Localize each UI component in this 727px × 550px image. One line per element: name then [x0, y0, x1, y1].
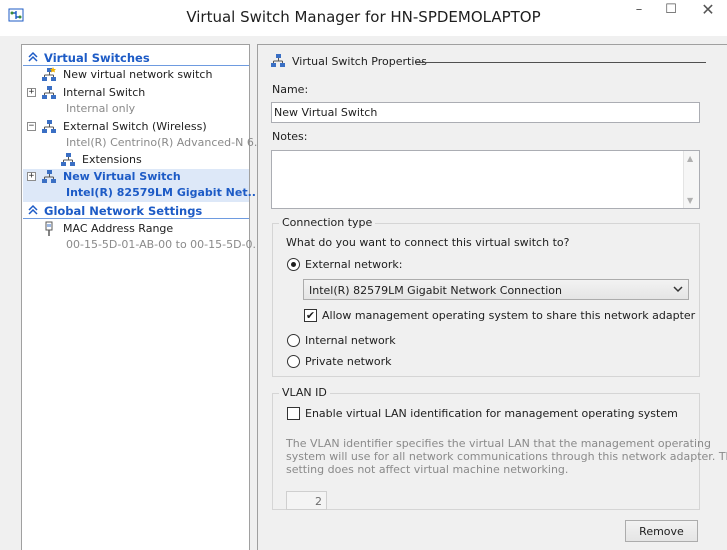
dropdown-value: Intel(R) 82579LM Gigabit Network Connect… [309, 284, 562, 297]
scroll-down-icon[interactable]: ▼ [687, 196, 693, 205]
collapse-icon[interactable]: − [27, 122, 36, 131]
tree-item-sublabel: Intel(R) Centrino(R) Advanced-N 6... [66, 136, 265, 149]
tree-item-new-virtual-switch-selected[interactable]: + New Virtual Switch Intel(R) 82579LM Gi… [23, 169, 260, 202]
chevron-down-icon [673, 286, 683, 293]
collapse-chevron-icon [28, 51, 38, 62]
allow-management-label[interactable]: Allow management operating system to sha… [322, 309, 695, 322]
navigation-tree: Virtual Switches New virtual network swi… [21, 44, 264, 550]
internal-network-radio[interactable] [287, 334, 300, 347]
expand-icon[interactable]: + [27, 172, 36, 181]
external-network-radio[interactable] [287, 258, 300, 271]
name-input[interactable] [271, 102, 700, 123]
title-divider [416, 62, 706, 63]
tree-item-label: External Switch (Wireless) [63, 120, 207, 133]
name-label: Name: [272, 83, 309, 96]
extensions-icon [61, 153, 75, 166]
close-icon: ✕ [701, 0, 715, 19]
tree-item-label: Internal Switch [63, 86, 146, 99]
title-bar: Virtual Switch Manager for HN-SPDEMOLAPT… [0, 0, 727, 36]
tree-item-sublabel: 00-15-5D-01-AB-00 to 00-15-5D-0... [66, 238, 264, 251]
expand-icon[interactable]: + [27, 88, 36, 97]
section-global-network-settings[interactable]: Global Network Settings [23, 203, 249, 219]
tree-item-label: Extensions [82, 153, 142, 166]
network-switch-icon [42, 170, 56, 183]
virtual-switch-properties-pane: Virtual Switch Properties Name: Notes: ▲… [257, 44, 727, 550]
connection-question: What do you want to connect this virtual… [286, 236, 570, 249]
tree-item-label: New virtual network switch [63, 68, 213, 81]
maximize-button[interactable]: ☐ [657, 0, 685, 22]
remove-button[interactable]: Remove [625, 520, 698, 542]
tree-item-mac-address-range[interactable]: MAC Address Range 00-15-5D-01-AB-00 to 0… [23, 221, 263, 253]
minimize-button[interactable]: – [625, 0, 653, 22]
tree-item-extensions[interactable]: Extensions [23, 152, 249, 169]
vlan-id-input[interactable]: 2 [286, 491, 327, 510]
vlan-description-line-2: system will use for all network communic… [286, 450, 727, 463]
vlan-id-title: VLAN ID [279, 386, 330, 399]
network-adapter-dropdown[interactable]: Intel(R) 82579LM Gigabit Network Connect… [303, 279, 689, 300]
collapse-chevron-icon [28, 204, 38, 215]
connection-type-group: Connection type What do you want to conn… [272, 216, 700, 377]
private-network-label[interactable]: Private network [305, 355, 392, 368]
tree-item-internal-switch[interactable]: + Internal Switch Internal only [23, 85, 249, 117]
connection-type-title: Connection type [279, 216, 376, 229]
scroll-up-icon[interactable]: ▲ [687, 154, 693, 163]
internal-network-label[interactable]: Internal network [305, 334, 396, 347]
network-switch-icon [42, 86, 56, 99]
private-network-radio[interactable] [287, 355, 300, 368]
new-switch-icon [42, 67, 56, 81]
window-title: Virtual Switch Manager for HN-SPDEMOLAPT… [186, 8, 541, 26]
network-adapter-icon [45, 221, 53, 236]
virtual-switch-manager-window: Virtual Switch Manager for HN-SPDEMOLAPT… [0, 0, 727, 550]
enable-vlan-label[interactable]: Enable virtual LAN identification for ma… [305, 407, 678, 420]
tree-item-external-switch[interactable]: − External Switch (Wireless) Intel(R) Ce… [23, 119, 264, 151]
notes-label: Notes: [272, 130, 308, 143]
enable-vlan-checkbox[interactable] [287, 407, 300, 420]
notes-scrollbar[interactable]: ▲ ▼ [683, 151, 699, 208]
section-virtual-switches[interactable]: Virtual Switches [23, 50, 249, 66]
tree-item-label: New Virtual Switch [63, 170, 181, 183]
tree-item-label: MAC Address Range [63, 222, 174, 235]
external-network-label[interactable]: External network: [305, 258, 403, 271]
section-label: Global Network Settings [44, 204, 203, 218]
allow-management-checkbox[interactable]: ✔ [304, 309, 317, 322]
tree-item-new-virtual-switch[interactable]: New virtual network switch [23, 67, 249, 84]
vlan-description-line-3: setting does not affect virtual machine … [286, 463, 569, 476]
notes-textarea[interactable]: ▲ ▼ [271, 150, 700, 209]
network-switch-icon [42, 120, 56, 133]
vlan-id-value: 2 [315, 495, 322, 508]
vlan-id-group: VLAN ID Enable virtual LAN identificatio… [272, 386, 727, 510]
vlan-description-line-1: The VLAN identifier specifies the virtua… [286, 437, 711, 450]
tree-item-sublabel: Internal only [66, 102, 136, 115]
properties-title: Virtual Switch Properties [292, 55, 427, 68]
section-label: Virtual Switches [44, 51, 150, 65]
tree-item-sublabel: Intel(R) 82579LM Gigabit Net... [66, 186, 261, 199]
close-button[interactable]: ✕ [689, 0, 727, 22]
network-switch-icon [271, 54, 285, 67]
